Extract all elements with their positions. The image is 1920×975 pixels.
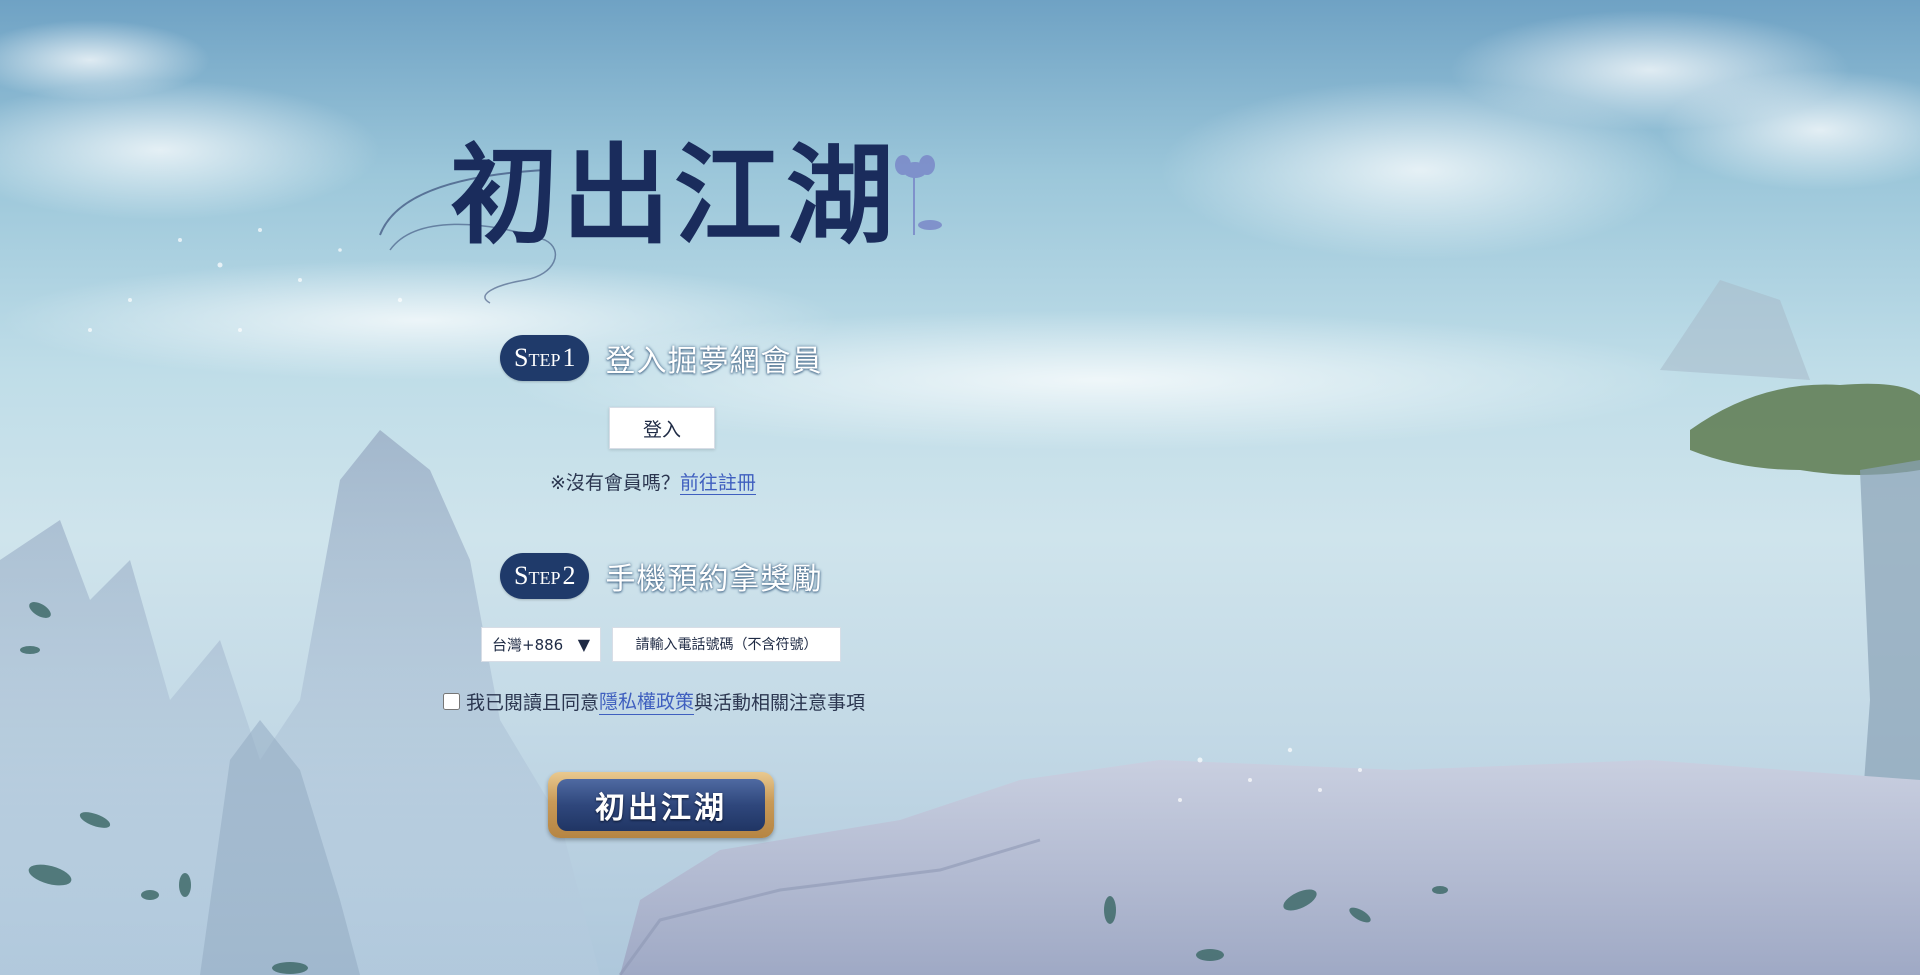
step1-header: Step 1 登入掘夢網會員	[500, 335, 822, 381]
step1-badge-num: 1	[562, 343, 576, 372]
phone-number-input[interactable]	[612, 627, 841, 662]
reservation-panel: Step 1 登入掘夢網會員 登入 ※沒有會員嗎？前往註冊 Step 2 手機預…	[0, 0, 1920, 975]
agreement-suffix: 與活動相關注意事項	[694, 691, 866, 714]
privacy-policy-link[interactable]: 隱私權政策	[599, 687, 695, 715]
step1-badge-word: Step	[514, 343, 561, 372]
agreement-prefix: 我已閱讀且同意	[466, 691, 600, 714]
country-code-select[interactable]: 台灣+886 ▼	[481, 627, 601, 662]
submit-button-label: 初出江湖	[557, 779, 765, 831]
register-prompt-text: ※沒有會員嗎？	[550, 472, 680, 494]
step2-badge: Step 2	[500, 553, 590, 599]
agreement-checkbox[interactable]	[443, 692, 460, 710]
step2-badge-num: 2	[562, 561, 576, 590]
step2-title: 手機預約拿獎勵	[605, 562, 823, 597]
agreement-row: 我已閱讀且同意 隱私權政策 與活動相關注意事項	[443, 687, 865, 715]
register-prompt: ※沒有會員嗎？前往註冊	[550, 468, 756, 495]
chevron-down-icon: ▼	[577, 635, 590, 654]
country-code-value: 台灣+886	[492, 636, 564, 654]
submit-button[interactable]: 初出江湖	[548, 772, 774, 838]
register-link[interactable]: 前往註冊	[679, 472, 756, 495]
step2-header: Step 2 手機預約拿獎勵	[500, 553, 822, 599]
step2-badge-word: Step	[514, 561, 561, 590]
step1-badge: Step 1	[500, 335, 590, 381]
login-button[interactable]: 登入	[609, 407, 715, 449]
step1-title: 登入掘夢網會員	[605, 344, 823, 379]
